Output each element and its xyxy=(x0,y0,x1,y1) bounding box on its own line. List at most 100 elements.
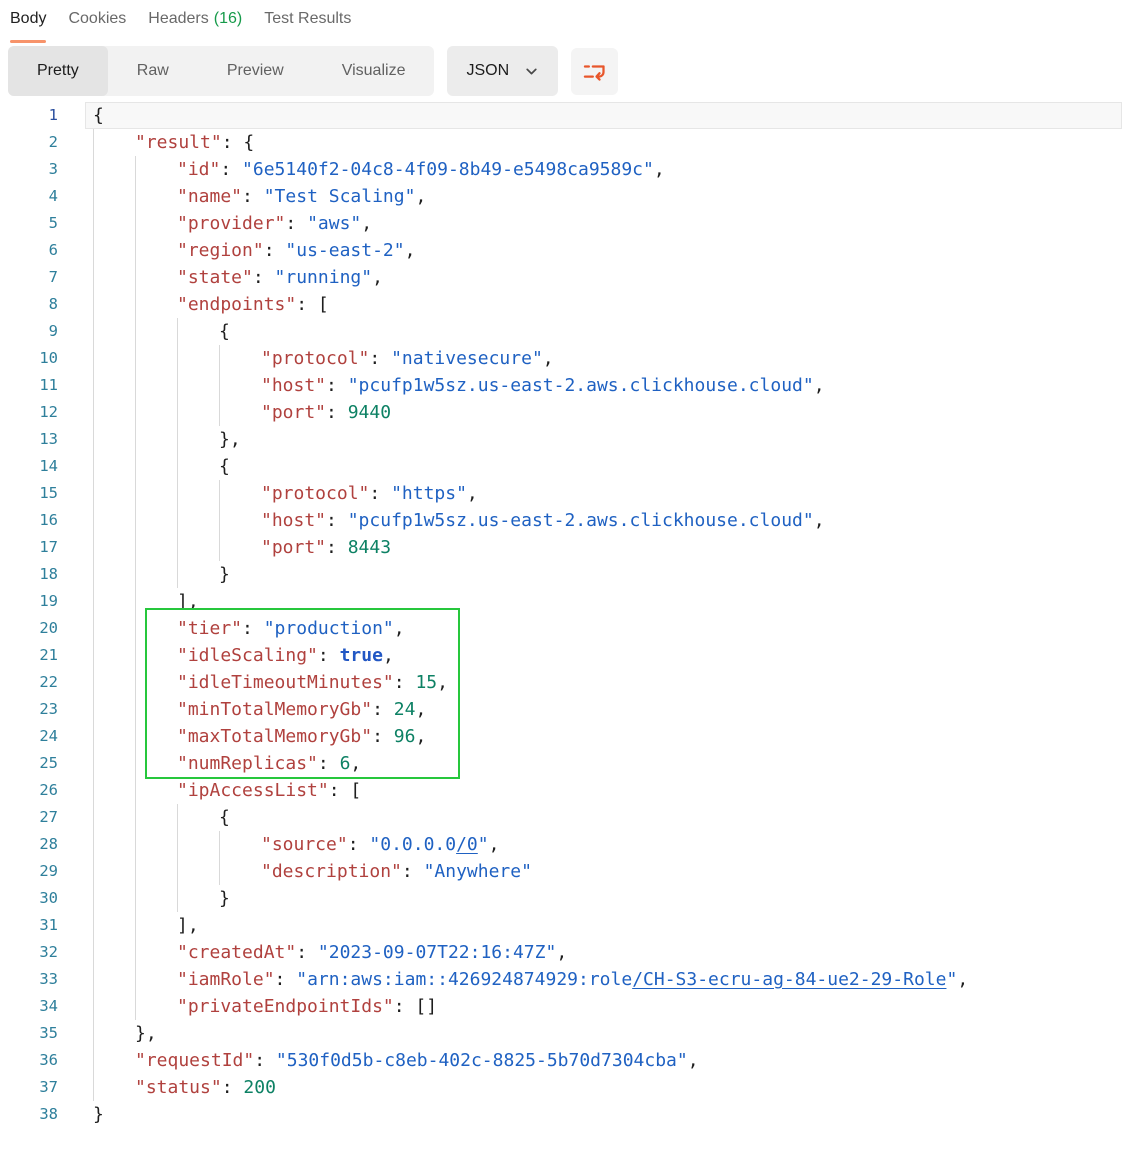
code-token: "idleScaling" xyxy=(177,645,318,666)
code-token: { xyxy=(93,105,104,126)
indent-guide xyxy=(135,750,177,777)
code-token: , xyxy=(437,672,448,693)
indent-guide xyxy=(135,723,177,750)
code-line: 28"source": "0.0.0.0/0", xyxy=(0,831,1122,858)
code-token: , xyxy=(415,186,426,207)
indent-guide xyxy=(135,642,177,669)
line-number: 19 xyxy=(0,588,58,615)
indent-guide xyxy=(135,561,177,588)
indent-guide xyxy=(93,615,135,642)
code-token: }, xyxy=(219,429,241,450)
indent-guide xyxy=(135,534,177,561)
view-pretty-button[interactable]: Pretty xyxy=(8,46,108,96)
line-number: 30 xyxy=(0,885,58,912)
indent-guide xyxy=(93,237,135,264)
tab-cookies[interactable]: Cookies xyxy=(68,10,126,43)
code-token: , xyxy=(814,375,825,396)
code-token: : xyxy=(372,699,394,720)
tab-headers[interactable]: Headers(16) xyxy=(148,10,242,43)
line-number: 25 xyxy=(0,750,58,777)
code-token: , xyxy=(405,240,416,261)
indent-guide xyxy=(93,588,135,615)
tab-test-results[interactable]: Test Results xyxy=(264,10,351,43)
indent-guide xyxy=(135,399,177,426)
code-token: } xyxy=(219,564,230,585)
code-line: 33"iamRole": "arn:aws:iam::426924874929:… xyxy=(0,966,1122,993)
line-number: 22 xyxy=(0,669,58,696)
indent-guide xyxy=(177,372,219,399)
code-token: "name" xyxy=(177,186,242,207)
view-preview-button[interactable]: Preview xyxy=(198,46,313,96)
code-token: , xyxy=(467,483,478,504)
indent-guide xyxy=(135,453,177,480)
indent-guide xyxy=(93,993,135,1020)
indent-guide xyxy=(219,507,261,534)
code-token: "530f0d5b-c8eb-402c-8825-5b70d7304cba" xyxy=(276,1050,688,1071)
indent-guide xyxy=(93,804,135,831)
line-number: 24 xyxy=(0,723,58,750)
view-raw-button[interactable]: Raw xyxy=(108,46,198,96)
code-token: } xyxy=(219,888,230,909)
indent-guide xyxy=(135,507,177,534)
indent-guide xyxy=(93,210,135,237)
indent-guide xyxy=(135,345,177,372)
line-number: 7 xyxy=(0,264,58,291)
code-token: , xyxy=(383,645,394,666)
code-line: 22"idleTimeoutMinutes": 15, xyxy=(0,669,1122,696)
line-number: 27 xyxy=(0,804,58,831)
code-line: 6"region": "us-east-2", xyxy=(0,237,1122,264)
code-token: "provider" xyxy=(177,213,285,234)
code-token: , xyxy=(543,348,554,369)
indent-guide xyxy=(177,480,219,507)
code-token: 6 xyxy=(340,753,351,774)
code-token: : xyxy=(369,348,391,369)
indent-guide xyxy=(177,318,219,345)
code-token: 24 xyxy=(394,699,416,720)
code-token: "production" xyxy=(264,618,394,639)
indent-guide xyxy=(93,885,135,912)
code-line: 11"host": "pcufp1w5sz.us-east-2.aws.clic… xyxy=(0,372,1122,399)
indent-guide xyxy=(93,345,135,372)
line-number: 33 xyxy=(0,966,58,993)
indent-guide xyxy=(135,588,177,615)
indent-guide xyxy=(177,345,219,372)
code-token: "idleTimeoutMinutes" xyxy=(177,672,394,693)
tab-body[interactable]: Body xyxy=(10,10,46,43)
view-visualize-button[interactable]: Visualize xyxy=(313,46,435,96)
indent-guide xyxy=(219,534,261,561)
line-number: 29 xyxy=(0,858,58,885)
code-token: : xyxy=(326,375,348,396)
indent-guide xyxy=(135,885,177,912)
format-dropdown[interactable]: JSON xyxy=(447,46,558,96)
line-number: 26 xyxy=(0,777,58,804)
wrap-line-button[interactable] xyxy=(571,48,618,95)
indent-guide xyxy=(135,777,177,804)
code-token: , xyxy=(415,726,426,747)
code-token: "ipAccessList" xyxy=(177,780,329,801)
indent-guide xyxy=(93,183,135,210)
indent-guide xyxy=(93,453,135,480)
code-editor[interactable]: 1{2"result": {3"id": "6e5140f2-04c8-4f09… xyxy=(0,102,1122,1128)
code-token: "iamRole" xyxy=(177,969,275,990)
indent-guide xyxy=(219,345,261,372)
line-number: 16 xyxy=(0,507,58,534)
tab-cookies-label: Cookies xyxy=(68,10,126,27)
indent-guide xyxy=(219,372,261,399)
code-token: "result" xyxy=(135,132,222,153)
indent-guide xyxy=(135,372,177,399)
code-token: "protocol" xyxy=(261,348,369,369)
line-number: 32 xyxy=(0,939,58,966)
code-line: 21"idleScaling": true, xyxy=(0,642,1122,669)
line-number: 38 xyxy=(0,1101,58,1128)
indent-guide xyxy=(135,696,177,723)
code-token: : [ xyxy=(329,780,362,801)
indent-guide xyxy=(135,480,177,507)
code-token: { xyxy=(219,321,230,342)
code-line: 4"name": "Test Scaling", xyxy=(0,183,1122,210)
code-line: 18} xyxy=(0,561,1122,588)
code-token: "protocol" xyxy=(261,483,369,504)
code-token: , xyxy=(814,510,825,531)
code-token: : xyxy=(242,618,264,639)
code-token: , xyxy=(556,942,567,963)
code-token: : { xyxy=(222,132,255,153)
